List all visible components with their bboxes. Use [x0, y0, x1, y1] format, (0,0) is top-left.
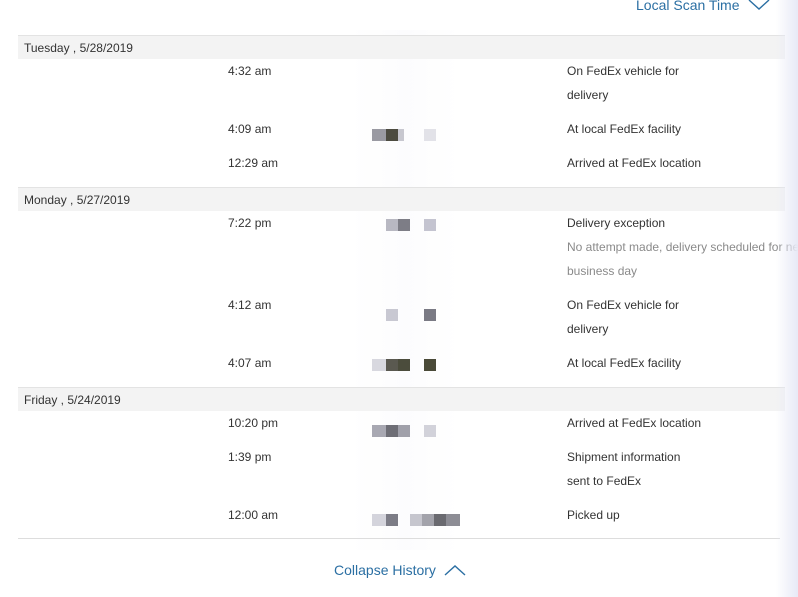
- event-time: 7:22 pm: [228, 216, 272, 230]
- event-status: Picked up: [567, 508, 620, 522]
- event-detail: No attempt made, delivery scheduled for …: [567, 240, 798, 254]
- event-time: 12:29 am: [228, 156, 279, 170]
- day-header-monday: Monday , 5/27/2019: [18, 187, 785, 211]
- redacted-location: [350, 129, 460, 147]
- event-time: 4:12 am: [228, 298, 272, 312]
- local-scan-time-toggle[interactable]: Local Scan Time: [636, 0, 770, 13]
- event-status: Arrived at FedEx location: [567, 416, 702, 430]
- event-time: 4:09 am: [228, 122, 272, 136]
- redacted-location: [350, 359, 460, 377]
- local-scan-time-label: Local Scan Time: [636, 0, 740, 13]
- divider: [18, 538, 780, 539]
- event-status: On FedEx vehicle for: [567, 298, 680, 312]
- event-time: 4:32 am: [228, 64, 272, 78]
- chevron-down-icon: [748, 0, 769, 10]
- day-date: Friday , 5/24/2019: [24, 392, 121, 407]
- redacted-location: [350, 514, 460, 532]
- collapse-history-label: Collapse History: [334, 562, 436, 578]
- event-status: Arrived at FedEx location: [567, 156, 702, 170]
- day-header-tuesday: Tuesday , 5/28/2019: [18, 35, 785, 59]
- location-blur-overlay: [350, 30, 460, 550]
- event-time: 1:39 pm: [228, 450, 272, 464]
- right-edge-shadow: [776, 0, 798, 597]
- event-time: 4:07 am: [228, 356, 272, 370]
- redacted-location: [350, 219, 460, 237]
- redacted-location: [350, 425, 460, 443]
- day-header-friday: Friday , 5/24/2019: [18, 387, 785, 411]
- event-detail-cont: business day: [567, 264, 638, 278]
- collapse-history-button[interactable]: Collapse History: [334, 562, 466, 578]
- day-date: Tuesday , 5/28/2019: [24, 40, 133, 55]
- event-status: At local FedEx facility: [567, 356, 682, 370]
- event-time: 12:00 am: [228, 508, 279, 522]
- event-status: On FedEx vehicle for: [567, 64, 680, 78]
- event-status: Shipment information: [567, 450, 681, 464]
- event-status-cont: delivery: [567, 322, 609, 336]
- event-status: Delivery exception: [567, 216, 666, 230]
- day-date: Monday , 5/27/2019: [24, 192, 131, 207]
- chevron-up-icon: [444, 565, 466, 576]
- event-status-cont: sent to FedEx: [567, 474, 642, 488]
- redacted-location: [350, 309, 460, 327]
- event-time: 10:20 pm: [228, 416, 279, 430]
- event-status: At local FedEx facility: [567, 122, 682, 136]
- event-status-cont: delivery: [567, 88, 609, 102]
